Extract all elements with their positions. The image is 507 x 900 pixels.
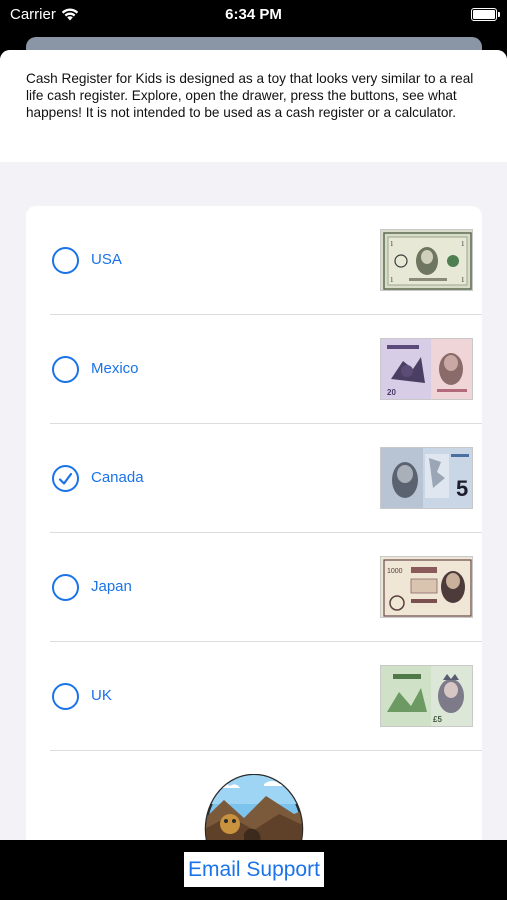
currency-option-mexico[interactable]: Mexico 20 (26, 315, 482, 424)
battery-icon (471, 8, 500, 21)
japan-banknote-image: 1000 (380, 556, 473, 618)
svg-text:1000: 1000 (387, 568, 403, 575)
radio-button-usa[interactable] (52, 247, 79, 274)
currency-label-usa: USA (91, 251, 122, 268)
status-bar: Carrier 6:34 PM (0, 0, 507, 30)
currency-label-japan: Japan (91, 578, 132, 595)
usa-banknote-image: 1 1 1 1 (380, 229, 473, 291)
svg-text:20: 20 (387, 388, 396, 397)
currency-option-canada[interactable]: Canada 5 (26, 424, 482, 533)
radio-button-japan[interactable] (52, 574, 79, 601)
svg-text:1: 1 (390, 240, 394, 248)
radio-button-mexico[interactable] (52, 356, 79, 383)
currency-option-uk[interactable]: UK £5 (26, 642, 482, 751)
currency-option-usa[interactable]: USA 1 1 1 1 (26, 206, 482, 315)
currency-list: USA 1 1 1 1 Mexico 20 Canada 5 Japan 100… (26, 206, 482, 840)
svg-text:5: 5 (456, 476, 468, 501)
currency-label-canada: Canada (91, 469, 144, 486)
currency-label-uk: UK (91, 687, 112, 704)
description-panel: Cash Register for Kids is designed as a … (0, 50, 507, 162)
svg-text:1: 1 (461, 240, 465, 248)
uk-banknote-image: £5 (380, 665, 473, 727)
currency-option-japan[interactable]: Japan 1000 (26, 533, 482, 642)
svg-text:£5: £5 (433, 715, 442, 724)
status-time: 6:34 PM (225, 6, 282, 23)
bottom-toolbar: Email Support (0, 840, 507, 900)
app-logo (204, 773, 304, 840)
mexico-banknote-image: 20 (380, 338, 473, 400)
radio-button-uk[interactable] (52, 683, 79, 710)
checkmark-icon (58, 472, 73, 485)
canada-banknote-image: 5 (380, 447, 473, 509)
description-text: Cash Register for Kids is designed as a … (26, 71, 474, 120)
settings-sheet: Cash Register for Kids is designed as a … (0, 50, 507, 840)
currency-label-mexico: Mexico (91, 360, 139, 377)
radio-button-canada[interactable] (52, 465, 79, 492)
svg-text:1: 1 (390, 276, 394, 284)
email-support-button[interactable]: Email Support (184, 852, 324, 887)
svg-text:1: 1 (461, 276, 465, 284)
